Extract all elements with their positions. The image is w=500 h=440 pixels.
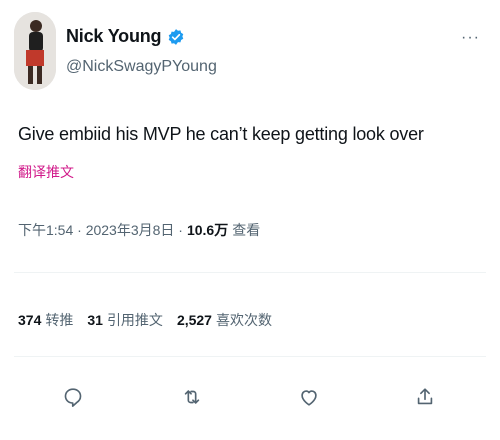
likes-label: 喜欢次数 [215,312,272,328]
retweet-icon [184,390,200,404]
engagement-stats: 374 转推 31 引用推文 2,527 喜欢次数 [18,310,272,330]
display-name[interactable]: Nick Young [66,26,162,47]
quotes-count: 31 [87,312,103,328]
divider-bottom [14,356,486,357]
avatar[interactable] [14,12,56,90]
verified-badge-icon [167,28,185,46]
retweets-stat[interactable]: 374 转推 [18,310,73,330]
retweet-button[interactable] [177,382,207,412]
timestamp[interactable]: 下午1:54 · 2023年3月8日 · [18,220,183,240]
retweets-count: 374 [18,312,42,328]
divider-top [14,272,486,273]
like-button[interactable] [294,382,324,412]
tweet-text: Give embiid his MVP he can’t keep gettin… [18,124,424,144]
more-options-icon[interactable]: ··· [461,30,480,46]
quotes-stat[interactable]: 31 引用推文 [87,310,163,330]
reply-icon [64,388,82,407]
quotes-label: 引用推文 [106,312,163,328]
action-bar [0,382,500,416]
share-button[interactable] [410,382,440,412]
tweet-meta: 下午1:54 · 2023年3月8日 · 10.6万 查看 [18,220,260,240]
likes-stat[interactable]: 2,527 喜欢次数 [177,310,272,330]
share-icon [417,388,433,405]
like-icon [301,390,317,406]
likes-count: 2,527 [176,312,212,328]
views-label: 查看 [232,222,261,238]
tweet-card: Nick Young @NickSwagyPYoung ··· Give emb… [0,0,500,440]
translate-tweet-link[interactable]: 翻译推文 [18,162,74,182]
reply-button[interactable] [58,382,88,412]
retweets-label: 转推 [45,312,74,328]
author-name-row: Nick Young [66,26,185,47]
views-count: 10.6万 [186,222,229,238]
author-handle[interactable]: @NickSwagyPYoung [66,58,217,76]
